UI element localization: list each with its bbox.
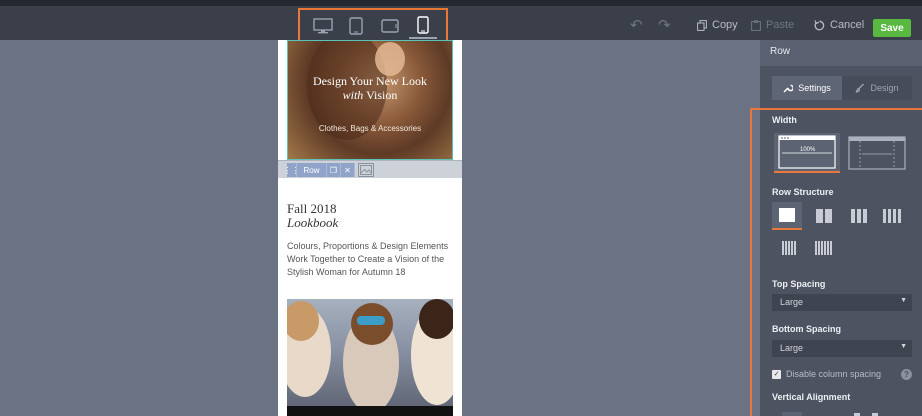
- boxed-width-icon: [848, 136, 906, 170]
- cancel-label: Cancel: [830, 19, 865, 31]
- align-top-option[interactable]: [782, 412, 802, 416]
- drag-handle-icon[interactable]: ⋮⋮: [284, 163, 300, 177]
- vertical-alignment-options: [772, 408, 912, 416]
- structure-4-columns[interactable]: [877, 202, 907, 230]
- hero-image[interactable]: Design Your New Look with Vision Clothes…: [287, 40, 453, 160]
- device-switcher: [298, 8, 448, 44]
- structure-2-columns[interactable]: [809, 202, 839, 230]
- width-label: Width: [772, 115, 797, 125]
- desktop-view-button[interactable]: [309, 13, 337, 39]
- brush-icon: [856, 83, 865, 93]
- mobile-icon: [417, 16, 429, 34]
- disable-column-spacing-label: Disable column spacing: [786, 369, 882, 379]
- tablet-icon: [349, 17, 363, 35]
- tab-settings[interactable]: Settings: [772, 76, 842, 100]
- top-spacing-select[interactable]: Large ▼: [772, 294, 912, 311]
- structure-5-columns[interactable]: [774, 234, 804, 262]
- tab-design[interactable]: Design: [842, 76, 912, 100]
- cancel-icon: [814, 19, 825, 30]
- duplicate-icon[interactable]: ❐: [327, 163, 341, 177]
- copy-label: Copy: [712, 19, 738, 31]
- row-structure-label: Row Structure: [772, 187, 834, 197]
- hero-title-italic: with: [342, 88, 364, 102]
- bottom-spacing-label: Bottom Spacing: [772, 324, 841, 334]
- photo-bottom-band: [287, 406, 453, 416]
- structure-6-columns[interactable]: [808, 234, 838, 262]
- copy-button[interactable]: Copy: [697, 19, 738, 31]
- sunglasses-shape: [357, 316, 385, 325]
- row-settings-panel: Row Settings Design Width 100% Row Struc…: [750, 40, 922, 416]
- structure-3-columns[interactable]: [844, 202, 874, 230]
- mobile-view-button[interactable]: [409, 13, 438, 39]
- save-button[interactable]: Save: [873, 19, 911, 37]
- chevron-down-icon: ▼: [900, 343, 907, 350]
- wrench-icon: [783, 84, 794, 93]
- delete-icon[interactable]: ✕: [341, 163, 355, 177]
- paste-label: Paste: [766, 19, 795, 31]
- tablet-landscape-view-button[interactable]: [376, 13, 404, 39]
- panel-title: Row: [760, 40, 922, 66]
- cancel-button[interactable]: Cancel: [814, 19, 864, 31]
- bottom-spacing-value: Large: [780, 343, 804, 353]
- top-spacing-label: Top Spacing: [772, 279, 826, 289]
- top-spacing-value: Large: [780, 297, 804, 307]
- paste-icon: [751, 19, 761, 31]
- panel-tabs: Settings Design: [772, 76, 912, 100]
- desktop-icon: [313, 18, 333, 34]
- redo-icon[interactable]: ↷: [658, 18, 671, 33]
- hero-title-line2: with Vision: [287, 88, 453, 103]
- tablet-landscape-icon: [381, 19, 399, 33]
- structure-1-column[interactable]: [772, 202, 802, 230]
- vertical-alignment-label: Vertical Alignment: [772, 392, 851, 402]
- lookbook-body: Colours, Proportions & Design Elements W…: [287, 241, 449, 277]
- hero-subtitle: Clothes, Bags & Accessories: [318, 124, 422, 133]
- row-tools: ⋮⋮ Row ❐ ✕: [284, 163, 374, 177]
- row-toolbar: ⋮⋮ Row ❐ ✕: [278, 160, 462, 178]
- image-icon: [360, 165, 372, 175]
- disable-column-spacing-checkbox[interactable]: ✓: [772, 369, 781, 379]
- tab-design-label: Design: [870, 83, 899, 93]
- tab-settings-label: Settings: [798, 83, 831, 93]
- hero-title-rest: Vision: [366, 88, 398, 102]
- help-icon[interactable]: ?: [901, 369, 912, 380]
- image-settings-icon[interactable]: [358, 163, 374, 177]
- lookbook-title: Fall 2018: [287, 201, 337, 216]
- tablet-portrait-view-button[interactable]: [342, 13, 370, 39]
- bottom-spacing-select[interactable]: Large ▼: [772, 340, 912, 357]
- toolbar: ↶ ↷ Copy Paste Cancel Save: [0, 6, 922, 44]
- width-full-option[interactable]: 100%: [774, 133, 840, 173]
- row-label[interactable]: Row: [297, 163, 327, 177]
- lookbook-subtitle: Lookbook: [287, 215, 339, 230]
- width-boxed-option[interactable]: [844, 133, 910, 173]
- undo-icon[interactable]: ↶: [630, 18, 643, 33]
- mobile-preview-canvas: Design Your New Look with Vision Clothes…: [278, 40, 462, 416]
- width-full-value: 100%: [800, 147, 816, 153]
- disable-column-spacing-row: ✓ Disable column spacing: [772, 369, 881, 379]
- copy-icon: [697, 19, 707, 31]
- hero-face-shape: [375, 42, 405, 76]
- chevron-down-icon: ▼: [900, 297, 907, 304]
- photo-head-right: [419, 299, 453, 339]
- paste-button[interactable]: Paste: [751, 19, 794, 31]
- lookbook-photo[interactable]: [287, 299, 453, 416]
